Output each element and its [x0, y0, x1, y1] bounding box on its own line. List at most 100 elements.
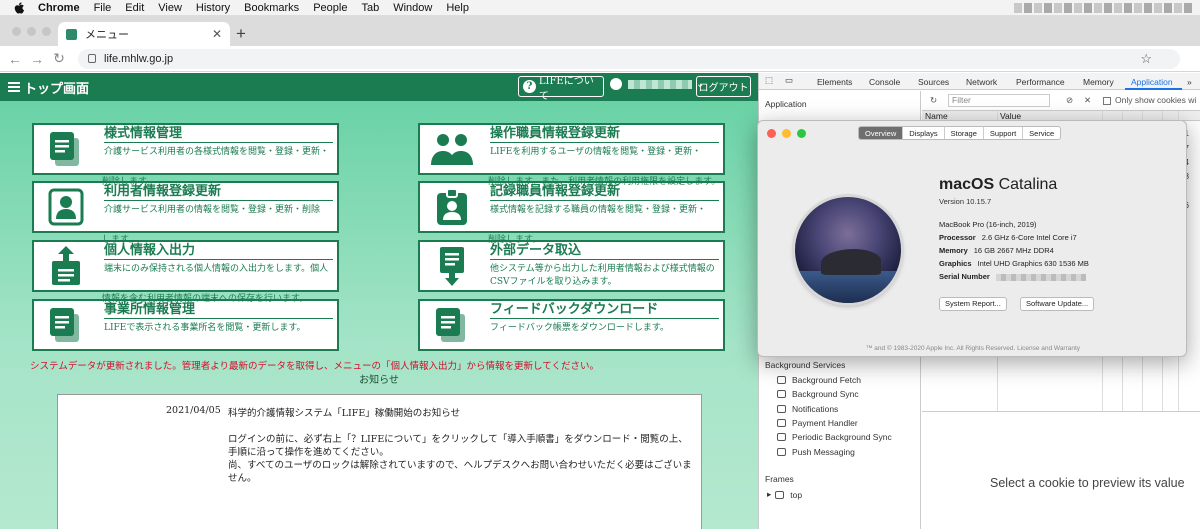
- new-tab-icon[interactable]: +: [236, 24, 246, 44]
- notifications-item[interactable]: Notifications: [777, 404, 838, 414]
- tab-elements[interactable]: Elements: [817, 77, 852, 87]
- menu-history[interactable]: History: [196, 2, 230, 14]
- tab-displays[interactable]: Displays: [903, 127, 945, 139]
- import-icon: [420, 242, 484, 290]
- os-name: macOS Catalina: [939, 176, 1057, 194]
- tab-title: メニュー: [85, 29, 129, 41]
- dialog-zoom-button[interactable]: [797, 129, 806, 138]
- inspect-icon[interactable]: ⬚: [765, 75, 773, 86]
- bg-sync-item[interactable]: Background Sync: [777, 389, 859, 399]
- dialog-minimize-button[interactable]: [782, 129, 791, 138]
- user-icon: [610, 78, 622, 90]
- menu-people[interactable]: People: [313, 2, 347, 14]
- frame-top-item[interactable]: ▸ top: [767, 489, 802, 500]
- reload-icon[interactable]: ↻: [48, 50, 70, 67]
- user-name-blurred: [628, 79, 692, 89]
- periodic-sync-item[interactable]: Periodic Background Sync: [777, 432, 892, 442]
- user-card-icon: [34, 183, 98, 231]
- lock-icon: [88, 54, 96, 63]
- card-feedback-download[interactable]: フィードバックダウンロード フィードバック帳票をダウンロードします。: [418, 299, 725, 351]
- system-message: システムデータが更新されました。管理者より最新のデータを取得し、メニューの「個人…: [30, 361, 599, 372]
- tab-service[interactable]: Service: [1023, 127, 1060, 139]
- back-icon[interactable]: ←: [4, 51, 26, 67]
- about-life-button[interactable]: ? LIFEについて: [518, 76, 604, 102]
- menu-bookmarks[interactable]: Bookmarks: [244, 2, 299, 14]
- spec-memory: Memory 16 GB 2667 MHz DDR4: [939, 246, 1054, 255]
- tab-overview[interactable]: Overview: [859, 127, 904, 139]
- card-external-import[interactable]: 外部データ取込 他システム等から出力した利用者情報および様式情報のCSVファイル…: [418, 240, 725, 292]
- tab-support[interactable]: Support: [984, 127, 1024, 139]
- tab-memory[interactable]: Memory: [1083, 77, 1114, 87]
- menu-app-name[interactable]: Chrome: [38, 2, 80, 14]
- background-services-header: Background Services: [765, 360, 846, 370]
- card-title: 様式情報管理: [104, 126, 333, 143]
- cookie-filter-bar: ↻ Filter ⊘ ✕ Only show cookies wi: [922, 91, 1200, 111]
- page-header: トップ画面 ? LIFEについて ⌄ ログアウト: [0, 73, 758, 102]
- only-cookies-checkbox[interactable]: [1103, 97, 1111, 105]
- more-tabs-icon[interactable]: »: [1187, 77, 1192, 87]
- card-overflow-text: 削除します。: [488, 235, 542, 245]
- spec-graphics: Graphics Intel UHD Graphics 630 1536 MB: [939, 259, 1089, 268]
- tab-performance[interactable]: Performance: [1016, 77, 1065, 87]
- card-overflow-text: 削除します。: [102, 177, 156, 187]
- tab-storage[interactable]: Storage: [945, 127, 984, 139]
- tab-console[interactable]: Console: [869, 77, 900, 87]
- card-description: LIFEを利用するユーザの情報を閲覧・登録・更新・: [490, 147, 702, 157]
- card-title: 操作職員情報登録更新: [490, 126, 719, 143]
- card-title: フィードバックダウンロード: [490, 302, 719, 319]
- software-update-button[interactable]: Software Update...: [1020, 297, 1095, 311]
- address-bar[interactable]: life.mhlw.go.jp ☆: [78, 48, 1180, 69]
- periodic-sync-label: Periodic Background Sync: [792, 432, 892, 442]
- card-user-info[interactable]: 利用者情報登録更新 介護サービス利用者の情報を閲覧・登録・更新・削除: [32, 181, 339, 233]
- office-doc-icon: [34, 301, 98, 349]
- logout-button[interactable]: ログアウト: [696, 76, 751, 97]
- card-record-staff[interactable]: 記録職員情報登録更新 様式情報を記録する職員の情報を閲覧・登録・更新・: [418, 181, 725, 233]
- about-life-label: LIFEについて: [538, 75, 594, 102]
- tab-sources[interactable]: Sources: [918, 77, 949, 87]
- tab-close-icon[interactable]: ✕: [212, 27, 222, 41]
- forward-icon[interactable]: →: [26, 51, 48, 67]
- card-office-info[interactable]: 事業所情報管理 LIFEで表示される事業所名を閲覧・更新します。: [32, 299, 339, 351]
- menu-edit[interactable]: Edit: [125, 2, 144, 14]
- payment-handler-item[interactable]: Payment Handler: [777, 418, 858, 428]
- clear-filter-icon[interactable]: ⊘: [1066, 95, 1073, 106]
- card-operator-staff[interactable]: 操作職員情報登録更新 LIFEを利用するユーザの情報を閲覧・登録・更新・: [418, 123, 725, 175]
- menu-view[interactable]: View: [158, 2, 182, 14]
- user-menu[interactable]: ⌄: [610, 78, 704, 90]
- device-toggle-icon[interactable]: ▭: [785, 75, 793, 86]
- bg-fetch-label: Background Fetch: [792, 375, 861, 385]
- tab-network[interactable]: Network: [966, 77, 997, 87]
- browser-tab[interactable]: メニュー ✕: [58, 22, 230, 46]
- menu-tab[interactable]: Tab: [361, 2, 379, 14]
- hamburger-icon[interactable]: [8, 82, 20, 92]
- card-description: 他システム等から出力した利用者情報および様式情報のCSVファイルを取り込みます。: [490, 264, 715, 287]
- delete-icon[interactable]: ✕: [1084, 95, 1091, 106]
- bg-fetch-item[interactable]: Background Fetch: [777, 375, 861, 385]
- menu-help[interactable]: Help: [446, 2, 469, 14]
- tab-application[interactable]: Application: [1131, 77, 1173, 87]
- window-zoom-button[interactable]: [42, 27, 51, 36]
- window-close-button[interactable]: [12, 27, 21, 36]
- system-report-button[interactable]: System Report...: [939, 297, 1007, 311]
- macos-menu-bar: Chrome File Edit View History Bookmarks …: [0, 0, 1200, 16]
- push-messaging-item[interactable]: Push Messaging: [777, 447, 855, 457]
- background-fetch-icon: [777, 376, 786, 384]
- window-minimize-button[interactable]: [27, 27, 36, 36]
- menu-file[interactable]: File: [94, 2, 112, 14]
- bookmark-star-icon[interactable]: ☆: [1140, 51, 1152, 67]
- refresh-icon[interactable]: ↻: [930, 95, 937, 106]
- spec-label: Processor: [939, 233, 976, 242]
- card-overflow-text: 削除します。また、利用者情報の利用権限を設定します。: [488, 177, 721, 187]
- dialog-close-button[interactable]: [767, 129, 776, 138]
- spec-value: 16 GB 2667 MHz DDR4: [973, 246, 1054, 255]
- menu-window[interactable]: Window: [393, 2, 432, 14]
- card-style-info[interactable]: 様式情報管理 介護サービス利用者の各様式情報を閲覧・登録・更新・: [32, 123, 339, 175]
- background-sync-icon: [777, 390, 786, 398]
- apple-logo-icon[interactable]: [12, 1, 26, 15]
- expand-arrow-icon: ▸: [767, 489, 772, 499]
- browser-toolbar: ← → ↻ life.mhlw.go.jp ☆: [0, 46, 1200, 72]
- filter-input[interactable]: Filter: [948, 94, 1050, 107]
- cookie-preview: Select a cookie to preview its value: [922, 411, 1200, 529]
- card-personal-io[interactable]: 個人情報入出力 端末にのみ保持される個人情報の入出力をします。個人: [32, 240, 339, 292]
- spec-serial: Serial Number: [939, 272, 1086, 281]
